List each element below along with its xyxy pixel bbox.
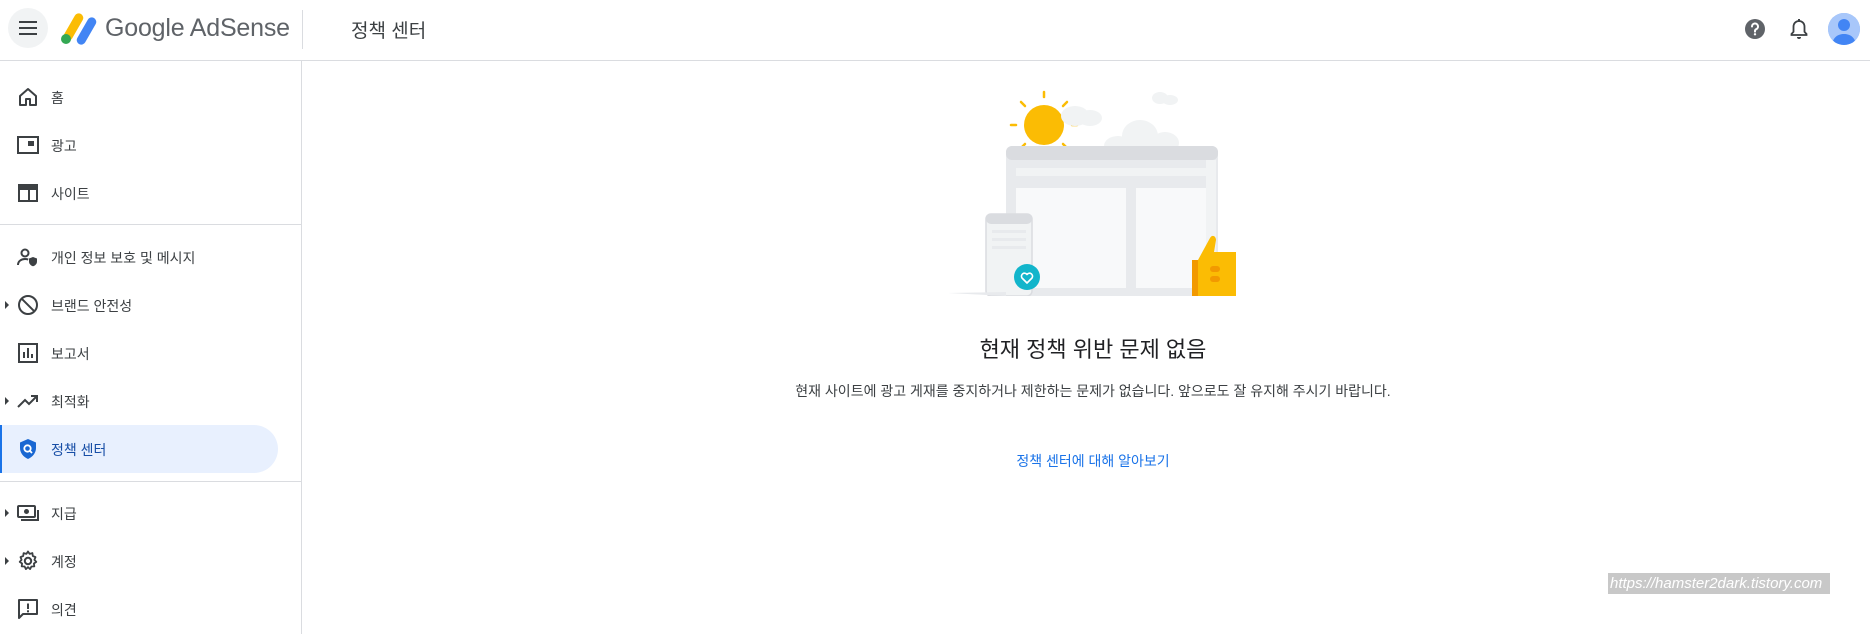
sidebar-item-brand-safety[interactable]: 브랜드 안전성 xyxy=(0,281,278,329)
expand-arrow-icon xyxy=(5,509,9,517)
status-heading: 현재 정책 위반 문제 없음 xyxy=(0,332,1870,364)
status-description-text: 현재 사이트에 광고 게재를 중지하거나 제한하는 문제가 없습니다. 앞으로도… xyxy=(795,383,1391,399)
sidebar-divider xyxy=(0,224,302,225)
block-icon xyxy=(18,295,38,315)
payments-icon xyxy=(17,505,39,521)
feedback-icon xyxy=(18,599,38,619)
learn-more-link[interactable]: 정책 센터에 대해 알아보기 xyxy=(0,451,1870,471)
ads-icon xyxy=(17,136,39,154)
sidebar-item-feedback[interactable]: 의견 xyxy=(0,585,278,633)
sites-icon xyxy=(18,184,38,202)
sidebar-item-label: 지급 xyxy=(51,506,77,522)
sidebar-item-privacy-messaging[interactable]: 개인 정보 보호 및 메시지 xyxy=(0,233,278,281)
watermark: https://hamster2dark.tistory.com xyxy=(1608,573,1830,594)
top-app-bar: Google AdSense 정책 센터 xyxy=(0,0,1870,61)
learn-more-link-text[interactable]: 정책 센터에 대해 알아보기 xyxy=(1016,451,1169,471)
user-avatar-icon xyxy=(1828,13,1860,45)
sidebar-item-payments[interactable]: 지급 xyxy=(0,489,278,537)
sidebar-item-home[interactable]: 홈 xyxy=(0,73,278,121)
sidebar-item-ads[interactable]: 광고 xyxy=(0,121,278,169)
sidebar-divider xyxy=(0,481,302,482)
sidebar-item-account[interactable]: 계정 xyxy=(0,537,278,585)
main-menu-button[interactable] xyxy=(8,8,48,48)
sidebar-item-sites[interactable]: 사이트 xyxy=(0,169,278,217)
notifications-button[interactable] xyxy=(1785,15,1813,43)
sidebar-item-label: 사이트 xyxy=(51,186,90,202)
hamburger-menu-icon xyxy=(19,21,37,35)
help-icon xyxy=(1745,19,1765,39)
brand-name: Google AdSense xyxy=(105,14,290,42)
privacy-person-icon xyxy=(17,248,37,267)
no-violations-illustration xyxy=(948,90,1236,296)
gear-icon xyxy=(18,550,38,570)
help-button[interactable] xyxy=(1741,15,1769,43)
sidebar-item-label: 광고 xyxy=(51,138,77,154)
sidebar-item-label: 계정 xyxy=(51,554,77,570)
account-avatar[interactable] xyxy=(1828,13,1860,45)
sidebar-item-label: 홈 xyxy=(51,90,64,106)
bell-icon xyxy=(1790,19,1808,39)
expand-arrow-icon xyxy=(5,301,9,309)
expand-arrow-icon xyxy=(5,557,9,565)
home-icon xyxy=(19,88,37,106)
adsense-logo-icon xyxy=(61,13,97,45)
page-title: 정책 센터 xyxy=(351,21,427,42)
sidebar-item-label: 브랜드 안전성 xyxy=(51,298,133,314)
sidebar-item-label: 의견 xyxy=(51,602,77,618)
heart-badge-icon xyxy=(1014,264,1040,290)
sidebar-item-label: 개인 정보 보호 및 메시지 xyxy=(51,250,196,266)
status-description: 현재 사이트에 광고 게재를 중지하거나 제한하는 문제가 없습니다. 앞으로도… xyxy=(0,381,1870,401)
header-divider xyxy=(302,10,303,49)
status-heading-text: 현재 정책 위반 문제 없음 xyxy=(979,337,1207,362)
